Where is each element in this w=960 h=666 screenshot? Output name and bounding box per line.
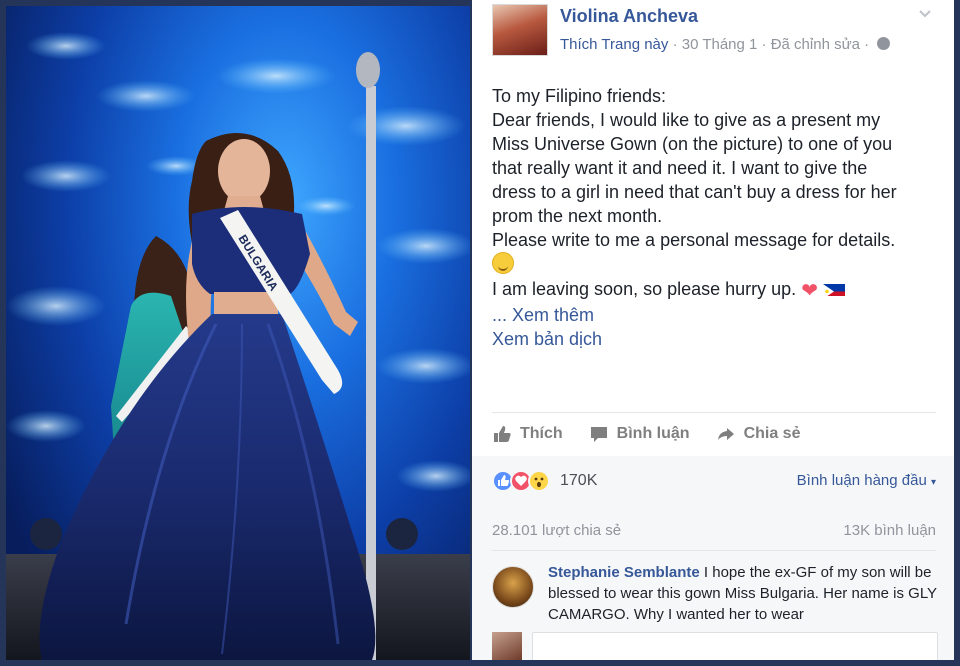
share-button[interactable]: Chia sẻ <box>716 424 801 444</box>
caret-down-icon: ▾ <box>930 477 936 488</box>
author-name[interactable]: Violina Ancheva <box>560 6 698 27</box>
comment-button[interactable]: Bình luận <box>589 424 690 444</box>
post-line: Please write to me a personal message fo… <box>492 230 896 250</box>
reaction-count: 170K <box>560 472 598 489</box>
globe-icon <box>877 37 891 50</box>
post-line: dress to a girl in need that can't buy a… <box>492 182 897 202</box>
author-avatar[interactable] <box>492 4 548 56</box>
meta-separator: · <box>864 36 874 53</box>
photo-illustration: BULGARIA <box>6 32 470 660</box>
shares-count[interactable]: 28.101 lượt chia sẻ <box>492 522 621 539</box>
comment-bubble-icon <box>589 424 609 444</box>
post-meta: Thích Trang này · 30 Tháng 1 · Đã chỉnh … <box>560 36 891 53</box>
chevron-down-icon[interactable] <box>918 6 932 20</box>
meta-separator: · <box>672 36 682 53</box>
post-line: Dear friends, I would like to give as a … <box>492 110 881 130</box>
top-comments-dropdown[interactable]: Bình luận hàng đầu ▾ <box>797 472 936 489</box>
comment-body: Stephanie Semblante I hope the ex-GF of … <box>548 562 938 624</box>
post-panel: Violina Ancheva Thích Trang này · 30 Thá… <box>472 0 954 660</box>
closing-text: I am leaving soon, so please hurry up. <box>492 279 797 299</box>
emoji-line <box>492 252 932 277</box>
post-photo[interactable]: BULGARIA <box>6 6 470 660</box>
see-translation-link[interactable]: Xem bản dịch <box>492 327 932 351</box>
share-label: Chia sẻ <box>743 425 801 442</box>
post-date[interactable]: 30 Tháng 1 <box>682 36 758 53</box>
post-body: To my Filipino friends: Dear friends, I … <box>492 84 932 351</box>
see-more-link[interactable]: ... Xem thêm <box>492 303 932 327</box>
philippines-flag-icon <box>822 281 845 296</box>
viewer-avatar <box>492 632 522 660</box>
divider <box>492 550 936 551</box>
commenter-name[interactable]: Stephanie Semblante <box>548 564 700 581</box>
post-line: that really want it and need it. I want … <box>492 158 868 178</box>
thumbs-up-icon <box>492 424 512 444</box>
like-button[interactable]: Thích <box>492 424 563 444</box>
reaction-summary[interactable]: 170K <box>492 470 597 492</box>
top-comments-label: Bình luận hàng đầu <box>796 472 927 489</box>
post-line: To my Filipino friends: <box>492 86 667 106</box>
comment-label: Bình luận <box>616 425 690 442</box>
closing-line: I am leaving soon, so please hurry up. ❤ <box>492 277 932 303</box>
share-arrow-icon <box>716 424 736 444</box>
action-bar: Thích Bình luận Chia sẻ <box>492 420 936 448</box>
edited-label[interactable]: Đã chỉnh sửa <box>771 36 860 53</box>
commenter-avatar[interactable] <box>492 566 534 608</box>
comment-input[interactable] <box>532 632 938 660</box>
meta-separator: · <box>761 36 771 53</box>
reply-row <box>492 628 938 660</box>
post-line: Miss Universe Gown (on the picture) to o… <box>492 134 893 154</box>
post-line: prom the next month. <box>492 206 663 226</box>
comments-count[interactable]: 13K bình luận <box>843 522 936 539</box>
heart-emoji-icon: ❤ <box>801 280 818 302</box>
divider <box>492 412 936 413</box>
like-page-link[interactable]: Thích Trang này <box>560 36 668 53</box>
smile-emoji-icon <box>492 252 514 274</box>
like-label: Thích <box>520 425 563 442</box>
wow-reaction-icon <box>528 470 550 492</box>
